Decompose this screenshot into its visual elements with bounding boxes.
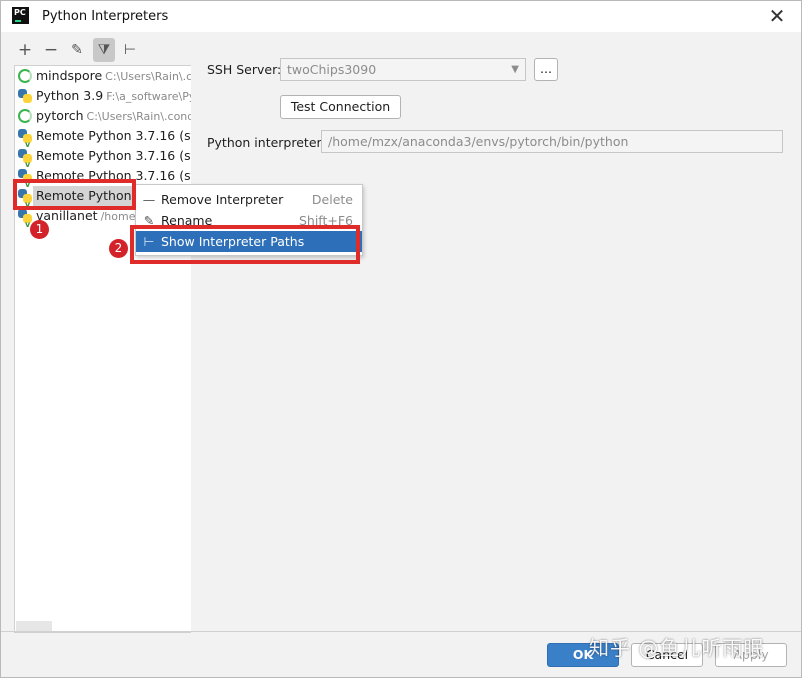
conda-spinner-icon: [18, 109, 32, 123]
list-item[interactable]: v Remote Python 3.7.16 (sftp: [15, 146, 191, 169]
remote-python-icon: v: [18, 149, 32, 169]
watermark: 知乎 @鱼儿听雨眠: [589, 636, 765, 660]
list-item[interactable]: pytorch C:\Users\Rain\.conda: [15, 106, 191, 126]
interpreter-name: mindspore: [36, 68, 103, 83]
ssh-server-label: SSH Server:: [207, 62, 282, 77]
ssh-server-value: twoChips3090: [287, 62, 377, 77]
chevron-down-icon: ▼: [511, 64, 519, 75]
list-item[interactable]: mindspore C:\Users\Rain\.co: [15, 66, 191, 86]
annotation-number-2: 2: [109, 239, 128, 258]
interpreter-list[interactable]: mindspore C:\Users\Rain\.co Python 3.9 F:\…: [14, 65, 191, 633]
list-item[interactable]: v Remote Python 3.7.16 (sftp: [15, 126, 191, 149]
python-interpreter-label: Python interpreter:: [207, 135, 326, 150]
window-title: Python Interpreters: [42, 9, 169, 24]
interpreter-list-pane: + − ✎ ⧩ ⊢ mindspore C:\Users\Rain\.co Pyt…: [1, 32, 191, 633]
filter-icon[interactable]: ⧩: [93, 38, 115, 62]
interpreter-path: /home: [100, 210, 136, 223]
conda-spinner-icon: [18, 69, 32, 83]
interpreter-name: vanillanet: [36, 208, 98, 223]
menu-item-remove-interpreter[interactable]: — Remove Interpreter Delete: [136, 189, 362, 210]
close-icon[interactable]: ✕: [765, 5, 789, 27]
interpreter-name: Python 3.9: [36, 88, 104, 103]
minus-icon: —: [142, 192, 156, 207]
menu-item-label: Remove Interpreter: [161, 192, 284, 207]
python-icon: [18, 89, 32, 103]
interpreter-path: C:\Users\Rain\.co: [105, 70, 191, 83]
ssh-browse-button[interactable]: ...: [534, 58, 558, 81]
pycharm-logo-icon: PC: [12, 7, 29, 24]
tree-view-icon[interactable]: ⊢: [119, 38, 141, 62]
edit-icon[interactable]: ✎: [66, 38, 88, 62]
interpreter-name: pytorch: [36, 108, 84, 123]
test-connection-button[interactable]: Test Connection: [280, 95, 401, 119]
horizontal-scrollbar[interactable]: [16, 621, 52, 631]
add-icon[interactable]: +: [14, 38, 36, 62]
logo-text: PC: [14, 8, 26, 17]
remote-python-icon: v: [18, 209, 32, 229]
interpreter-path: F:\a_software\Pyt: [106, 90, 191, 103]
interpreter-name: Remote Python 3.7.16 (sftp: [36, 148, 191, 163]
python-interpreter-field[interactable]: /home/mzx/anaconda3/envs/pytorch/bin/pyt…: [321, 130, 783, 153]
annotation-box-2: [130, 225, 360, 264]
remove-icon[interactable]: −: [40, 38, 62, 62]
annotation-box-1: [13, 179, 136, 210]
annotation-number-1: 1: [30, 220, 49, 239]
interpreter-path: C:\Users\Rain\.conda: [86, 110, 191, 123]
title-bar: PC Python Interpreters ✕: [1, 1, 801, 32]
python-interpreters-dialog: PC Python Interpreters ✕ + − ✎ ⧩ ⊢ minds…: [0, 0, 802, 678]
menu-item-shortcut: Delete: [311, 192, 353, 207]
ssh-server-combo[interactable]: twoChips3090 ▼: [280, 58, 526, 81]
list-item[interactable]: Python 3.9 F:\a_software\Pyt: [15, 86, 191, 106]
remote-python-icon: v: [18, 129, 32, 149]
interpreter-name: Remote Python 3.7.16 (sftp: [36, 128, 191, 143]
